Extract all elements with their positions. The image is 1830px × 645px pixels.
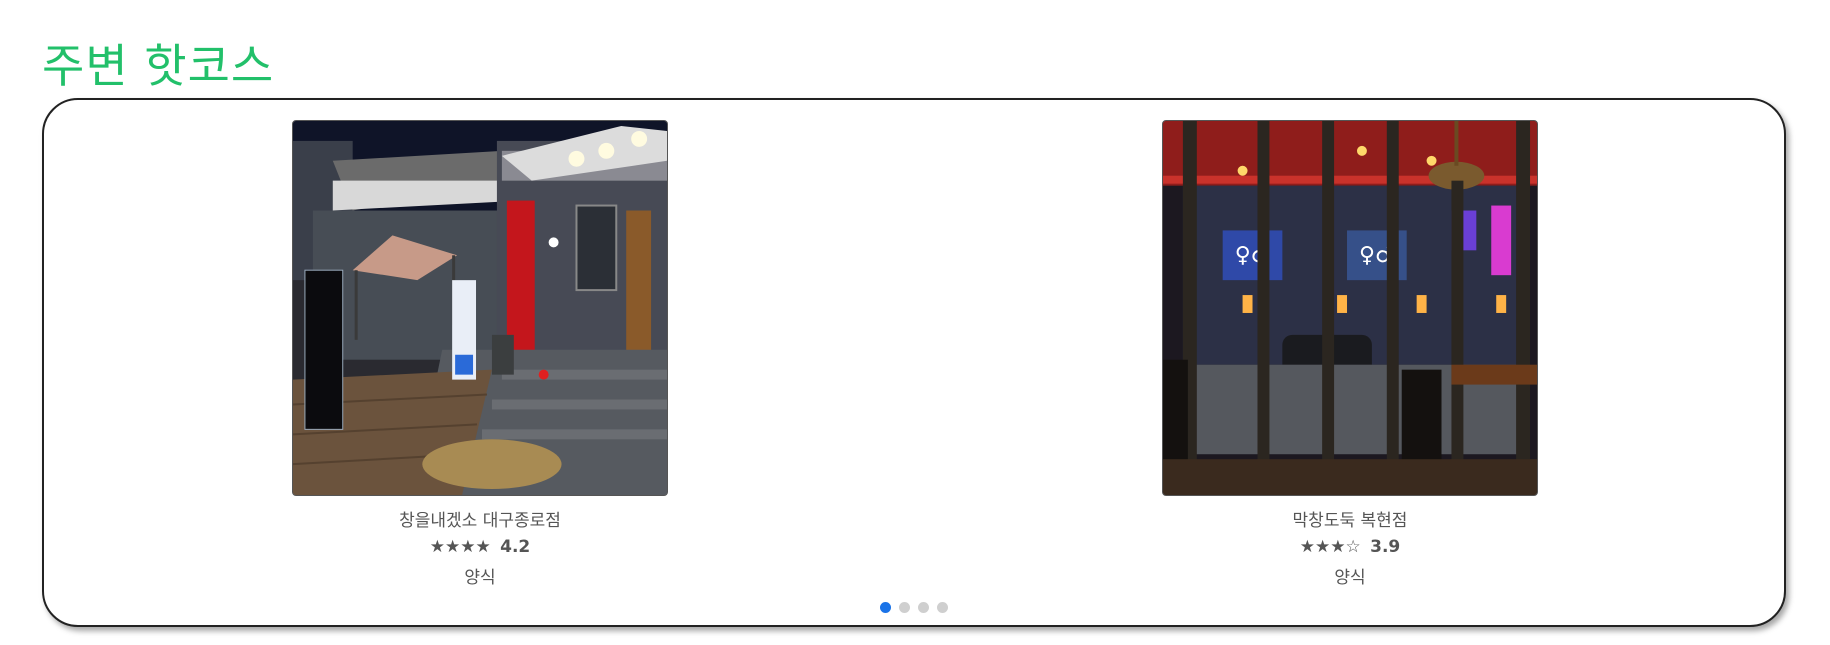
rating-score: 4.2 <box>500 537 531 557</box>
restaurant-category: 양식 <box>1334 568 1366 588</box>
restaurant-name[interactable]: 막창도둑 복현점 <box>1162 506 1538 531</box>
restaurant-name[interactable]: 창을내겠소 대구종로점 <box>292 506 668 531</box>
star-rating-icon: ★★★★ <box>429 537 491 557</box>
pagination-dot[interactable] <box>937 602 948 613</box>
star-rating-icon: ★★★☆ <box>1299 537 1361 557</box>
rating-score: 3.9 <box>1370 537 1401 557</box>
restaurant-photo[interactable] <box>292 120 668 496</box>
restaurant-carousel[interactable]: 창을내겠소 대구종로점 ★★★★ 4.2 양식 ♀♂ ♀♂ 막창도둑 복현점 ★… <box>42 98 1786 627</box>
pagination-dot[interactable] <box>880 602 891 613</box>
carousel-pagination <box>44 602 1784 613</box>
restaurant-card[interactable]: 창을내겠소 대구종로점 ★★★★ 4.2 양식 <box>292 120 668 588</box>
pagination-dot[interactable] <box>899 602 910 613</box>
rating: ★★★★ 4.2 <box>292 537 668 557</box>
restaurant-photo[interactable]: ♀♂ ♀♂ <box>1162 120 1538 496</box>
rating: ★★★☆ 3.9 <box>1162 537 1538 557</box>
section-title: 주변 핫코스 <box>42 39 275 93</box>
restaurant-category: 양식 <box>464 568 496 588</box>
pagination-dot[interactable] <box>918 602 929 613</box>
restaurant-card[interactable]: ♀♂ ♀♂ 막창도둑 복현점 ★★★☆ 3.9 양식 <box>1162 120 1538 588</box>
